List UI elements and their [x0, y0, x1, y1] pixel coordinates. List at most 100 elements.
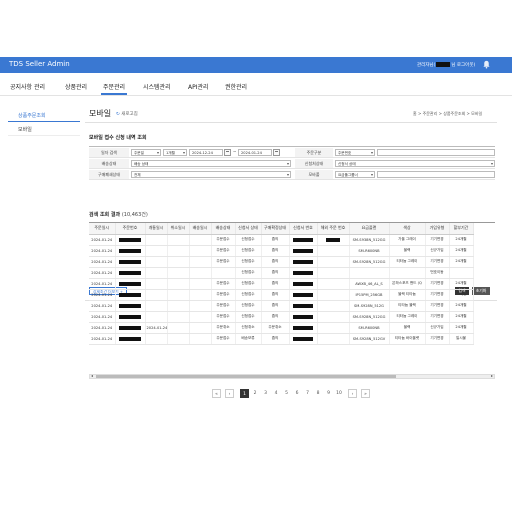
- table-row[interactable]: 2024-01-24 주문접수 배송보류 줍의 SM-S928N_512GV 티타늄 바이…: [89, 333, 495, 345]
- column-header[interactable]: 요금플랜: [349, 223, 390, 235]
- filter-row-purchase: 구매폐쇄상태 전체 모바폴 요금폴그룹너: [89, 169, 495, 180]
- masked-value: [293, 325, 313, 330]
- column-header[interactable]: 주문일시: [89, 223, 116, 235]
- column-header[interactable]: 배송일시: [189, 223, 212, 235]
- table-row[interactable]: 2024-01-24 주문접수 신청접수 줍의 SM-S928N_512G 티타늄 블랙 기…: [89, 300, 495, 312]
- table-cell: [189, 333, 212, 345]
- scrollbar-thumb[interactable]: [96, 375, 396, 378]
- column-header[interactable]: 신청서 번호: [289, 223, 318, 235]
- column-header[interactable]: 해외 주문 번호: [317, 223, 350, 235]
- agency-input[interactable]: [377, 171, 495, 178]
- date-to-input[interactable]: 2024-01-24: [238, 149, 272, 156]
- range-separator: ~: [233, 149, 237, 154]
- table-cell: [145, 267, 168, 279]
- masked-value: [293, 248, 313, 253]
- table-cell: [317, 289, 350, 301]
- pager-page-10[interactable]: 10: [335, 389, 344, 398]
- apply-status-select[interactable]: 신청서 상태: [335, 160, 495, 167]
- table-cell: [449, 267, 474, 279]
- masked-value: [293, 303, 313, 308]
- scroll-right-icon[interactable]: ▸: [491, 373, 493, 378]
- pager-last-button[interactable]: »: [361, 389, 370, 398]
- table-cell: [167, 278, 190, 290]
- table-cell: [167, 256, 190, 268]
- pager-page-3[interactable]: 3: [261, 389, 270, 398]
- table-cell: [145, 256, 168, 268]
- column-header[interactable]: 신청서 상태: [235, 223, 262, 235]
- column-header[interactable]: 구매확정상태: [261, 223, 290, 235]
- masked-value: [326, 237, 340, 242]
- purchase-type-select[interactable]: 전체: [131, 171, 291, 178]
- table-cell: SM-S938N_512GG: [349, 234, 390, 246]
- pager-page-7[interactable]: 7: [303, 389, 312, 398]
- gnb-products[interactable]: 상품관리: [65, 82, 87, 91]
- bell-icon[interactable]: [482, 60, 491, 69]
- pager-page-9[interactable]: 9: [324, 389, 333, 398]
- pager-page-5[interactable]: 5: [282, 389, 291, 398]
- table-row[interactable]: 2024-01-24 주문접수 신청접수 줍의 IP15PM_256GB 블랙 티타늄 기기…: [89, 289, 495, 301]
- pager-page-4[interactable]: 4: [272, 389, 281, 398]
- table-row[interactable]: 2024-01-24 주문접수 신청접수 줍의 SM-S928N_512GG 티타늄 그레…: [89, 256, 495, 268]
- masked-value: [293, 281, 313, 286]
- table-row[interactable]: 2024-01-24 2024-01-24 주문취소 신청취소 주문취소 SM-R600N…: [89, 322, 495, 334]
- pager-page-8[interactable]: 8: [314, 389, 323, 398]
- table-cell: [115, 256, 146, 268]
- calendar-icon[interactable]: [273, 149, 280, 156]
- gnb-system[interactable]: 시스템관리: [143, 82, 171, 91]
- column-header[interactable]: 가입유형: [425, 223, 450, 235]
- gnb-api[interactable]: API관리: [188, 82, 209, 91]
- date-from-input[interactable]: 2024-12-24: [189, 149, 223, 156]
- user-info[interactable]: 관리자님(님 로그아웃): [417, 62, 475, 68]
- table-row[interactable]: 2024-01-24 주문접수 신청접수 줍의 SM-S938N_512GG 가을 그레이…: [89, 234, 495, 246]
- period-type-select[interactable]: 주문일: [131, 149, 161, 156]
- table-row[interactable]: 2024-01-24 주문접수 신청접수 줍의 AWXB_46_AL_S 은하스포츠 밴드…: [89, 278, 495, 290]
- table-cell: 24개월: [449, 245, 474, 257]
- table-cell: AWXB_46_AL_S: [349, 278, 390, 290]
- refresh-button[interactable]: ↻ 새로고침: [116, 111, 138, 117]
- masked-value: [119, 303, 141, 308]
- period-range-select[interactable]: 1개월: [163, 149, 187, 156]
- order-number-input[interactable]: [377, 149, 495, 156]
- table-cell: [389, 267, 426, 279]
- column-header[interactable]: 배송상태: [211, 223, 236, 235]
- table-cell: [115, 333, 146, 345]
- table-row[interactable]: 2024-01-24 신청접수 줍의 번호이동: [89, 267, 495, 279]
- gnb-notice[interactable]: 공지사항 관리: [10, 82, 45, 91]
- pager-next-button[interactable]: ›: [348, 389, 357, 398]
- horizontal-scrollbar[interactable]: ◂ ▸: [89, 373, 495, 379]
- pager-page-2[interactable]: 2: [251, 389, 260, 398]
- column-header[interactable]: 색상: [389, 223, 426, 235]
- table-cell: 티타늄 바이올렛: [389, 333, 426, 345]
- masked-value: [119, 259, 141, 264]
- lnb-item-order-search[interactable]: 상품주문조회: [8, 108, 80, 122]
- table-cell: 24개월: [449, 311, 474, 323]
- column-header[interactable]: 주문번호: [115, 223, 146, 235]
- column-header[interactable]: 취소일시: [167, 223, 190, 235]
- table-cell: [349, 267, 390, 279]
- column-header[interactable]: 개통일시: [145, 223, 168, 235]
- table-cell: 블랙: [389, 245, 426, 257]
- agency-select[interactable]: 요금폴그룹너: [335, 171, 375, 178]
- table-cell: 줍의: [261, 289, 290, 301]
- lnb-item-mobile[interactable]: 모바일: [8, 122, 80, 136]
- pager-page-6[interactable]: 6: [293, 389, 302, 398]
- table-cell: 신청접수: [235, 267, 262, 279]
- table-cell: [115, 289, 146, 301]
- delivery-status-select[interactable]: 배송 상태: [131, 160, 291, 167]
- masked-value: [119, 336, 141, 341]
- table-row[interactable]: 2024-01-24 주문접수 신청접수 줍의 SM-R600NB 블랙 신규가입 24개월: [89, 245, 495, 257]
- order-type-select[interactable]: 주문번호: [335, 149, 375, 156]
- gnb-orders[interactable]: 주문관리: [103, 82, 125, 91]
- column-header[interactable]: 할부기간: [449, 223, 474, 235]
- table-cell: 신규가입: [425, 245, 450, 257]
- calendar-icon[interactable]: [224, 149, 231, 156]
- table-row[interactable]: 2024-01-24 주문접수 신청접수 줍의 SM-S928N_512GG 티타늄 그레…: [89, 311, 495, 323]
- pager-first-button[interactable]: «: [212, 389, 221, 398]
- pager-prev-button[interactable]: ‹: [225, 389, 234, 398]
- period-label: 일자 검색: [89, 148, 129, 157]
- gnb-permissions[interactable]: 권한관리: [225, 82, 247, 91]
- scroll-left-icon[interactable]: ◂: [91, 373, 93, 378]
- pager-page-1[interactable]: 1: [240, 389, 249, 398]
- global-nav: 공지사항 관리 상품관리 주문관리 시스템관리 API관리 권한관리: [0, 73, 512, 96]
- table-cell: 신청접수: [235, 278, 262, 290]
